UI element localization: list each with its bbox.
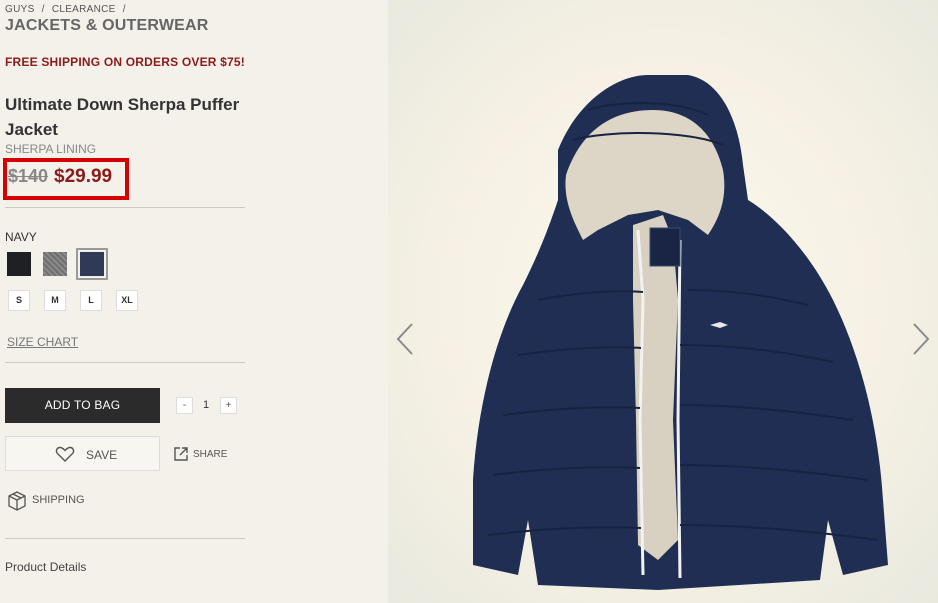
selected-color-label: NAVY [5,230,37,244]
divider [5,207,245,208]
share-icon[interactable] [173,446,189,462]
original-price: $140 [8,166,49,186]
divider [5,362,245,363]
sale-price: $29.99 [54,166,113,187]
share-link[interactable]: SHARE [193,449,227,460]
breadcrumb-guys[interactable]: GUYS [5,4,35,15]
size-m-button[interactable]: M [44,290,66,311]
product-image [473,75,888,590]
color-swatch-navy[interactable] [76,248,108,280]
save-label: SAVE [86,448,118,462]
color-swatch-black[interactable] [7,252,31,276]
product-title: Ultimate Down Sherpa Puffer Jacket [5,95,240,139]
promo-banner: FREE SHIPPING ON ORDERS OVER $75! [5,55,245,69]
chevron-left-icon[interactable] [396,322,414,356]
quantity-increase-button[interactable]: + [220,397,237,414]
quantity-decrease-button[interactable]: - [176,397,193,414]
product-info-panel: GUYS / CLEARANCE / JACKETS & OUTERWEAR F… [0,0,380,603]
breadcrumb-clearance[interactable]: CLEARANCE [52,4,116,15]
size-s-button[interactable]: S [8,290,30,311]
size-l-button[interactable]: L [80,290,102,311]
chevron-right-icon[interactable] [912,322,930,356]
breadcrumb-separator: / [122,4,126,15]
product-image-panel [388,0,938,603]
shipping-box-icon [8,491,26,511]
heart-icon [55,446,75,462]
category-title[interactable]: JACKETS & OUTERWEAR [5,17,209,35]
save-button[interactable]: SAVE [5,436,160,471]
breadcrumb: GUYS / CLEARANCE / [5,4,130,15]
size-chart-link[interactable]: SIZE CHART [7,335,78,349]
product-subtitle: SHERPA LINING [5,142,97,156]
product-details-heading[interactable]: Product Details [5,560,86,574]
breadcrumb-separator: / [41,4,45,15]
divider [5,538,245,539]
color-swatch-grey[interactable] [43,252,67,276]
add-to-bag-button[interactable]: ADD TO BAG [5,388,160,423]
quantity-value[interactable]: 1 [199,399,213,411]
shipping-link[interactable]: SHIPPING [32,494,85,506]
size-xl-button[interactable]: XL [116,290,138,311]
